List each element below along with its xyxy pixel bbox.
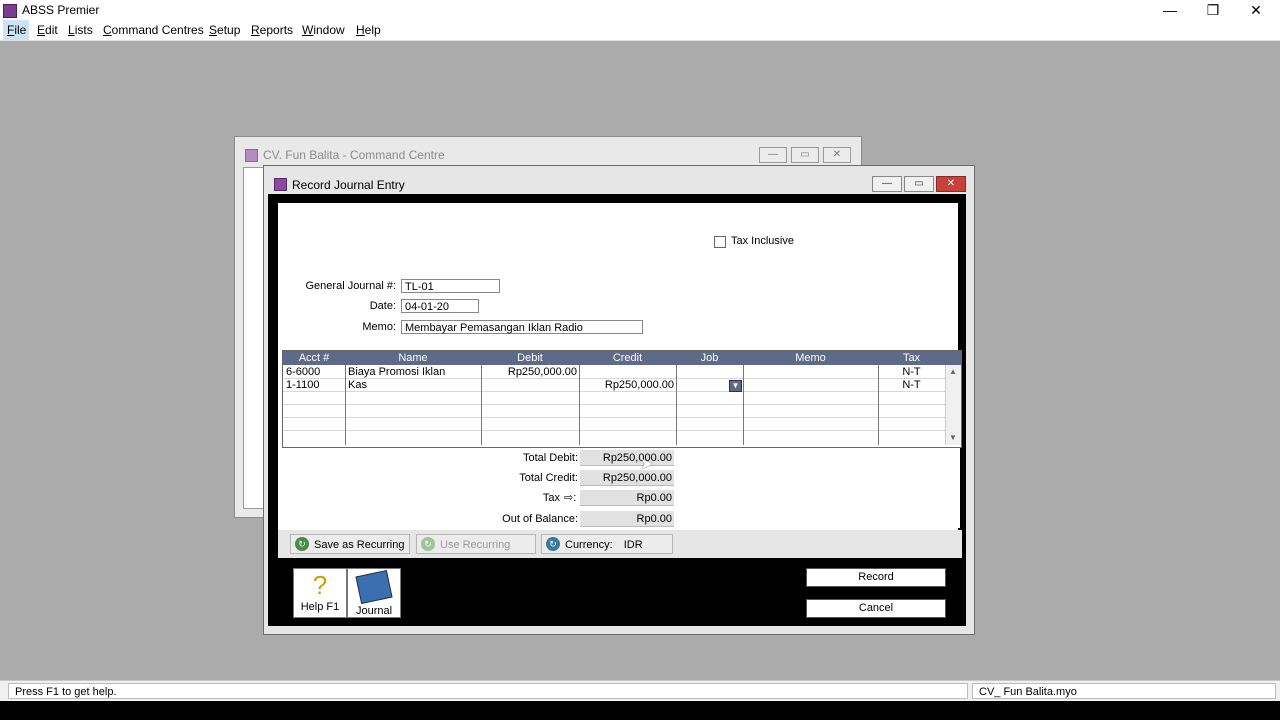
table-scrollbar[interactable]: ▲ ▼ xyxy=(945,365,961,445)
minimize-button[interactable]: — xyxy=(1148,0,1192,20)
out-of-balance-label: Out of Balance: xyxy=(502,513,578,525)
command-centre-icon xyxy=(245,149,258,162)
menu-command-centres[interactable]: Command Centres xyxy=(103,23,204,37)
tax-arrow-icon[interactable]: ⇨: xyxy=(564,491,576,504)
status-help-text: Press F1 to get help. xyxy=(8,683,968,699)
col-tax[interactable]: Tax xyxy=(878,352,945,364)
recurring-icon: ↻ xyxy=(295,537,309,552)
total-credit-label: Total Credit: xyxy=(519,472,578,484)
table-cell-tax[interactable]: N-T xyxy=(878,366,945,379)
col-debit[interactable]: Debit xyxy=(481,352,579,364)
tax-inclusive-checkbox[interactable] xyxy=(714,236,726,248)
total-credit-value: Rp250,000.00 xyxy=(580,470,674,486)
save-as-recurring-button[interactable]: ↻ Save as Recurring xyxy=(290,534,410,554)
mouse-cursor-icon: ➤ xyxy=(640,456,654,473)
memo-field[interactable]: Membayar Pemasangan Iklan Radio xyxy=(401,320,643,334)
table-cell-acct[interactable]: 1-1100 xyxy=(286,379,319,392)
col-memo[interactable]: Memo xyxy=(743,352,878,364)
tax-value: Rp0.00 xyxy=(580,490,674,506)
cc-close-button[interactable]: ✕ xyxy=(823,147,851,163)
journal-lines-table[interactable]: Acct # Name Debit Credit Job Memo Tax 6-… xyxy=(282,350,962,448)
app-title-bar: ABSS Premier — ❐ ✕ xyxy=(0,0,1280,20)
table-cell-debit[interactable]: Rp250,000.00 xyxy=(481,366,577,379)
menu-bar: File Edit Lists Command Centres Setup Re… xyxy=(0,20,1280,41)
menu-lists[interactable]: Lists xyxy=(68,23,93,37)
total-debit-label: Total Debit: xyxy=(522,452,578,464)
cc-maximize-button[interactable]: ▭ xyxy=(791,147,819,163)
table-cell-credit[interactable]: Rp250,000.00 xyxy=(579,379,674,392)
save-as-recurring-label: Save as Recurring xyxy=(314,539,405,551)
row-divider xyxy=(283,404,945,405)
use-recurring-label: Use Recurring xyxy=(440,539,511,551)
table-cell-debit[interactable] xyxy=(481,379,577,392)
table-cell-name[interactable]: Kas xyxy=(348,379,367,392)
menu-help[interactable]: Help xyxy=(356,23,381,37)
status-bar: Press F1 to get help. CV_ Fun Balita.myo xyxy=(0,680,1280,701)
help-icon: ? xyxy=(312,570,328,600)
table-cell-tax[interactable]: N-T xyxy=(878,379,945,392)
currency-icon: ↻ xyxy=(546,537,560,552)
table-cell-name[interactable]: Biaya Promosi Iklan xyxy=(348,366,445,379)
tax-label: Tax xyxy=(542,492,560,504)
col-divider xyxy=(676,365,677,445)
table-cell-credit[interactable] xyxy=(579,366,674,379)
use-recurring-button[interactable]: ↻ Use Recurring xyxy=(416,534,536,554)
dialog-close-button[interactable]: ✕ xyxy=(936,176,966,192)
restore-button[interactable]: ❐ xyxy=(1191,0,1235,20)
journal-icon xyxy=(355,569,393,605)
scroll-up-icon[interactable]: ▲ xyxy=(949,367,957,376)
journal-label: Journal xyxy=(355,605,393,617)
table-header: Acct # Name Debit Credit Job Memo Tax xyxy=(283,351,961,365)
row-divider xyxy=(283,430,945,431)
close-button[interactable]: ✕ xyxy=(1234,0,1278,20)
app-icon xyxy=(3,4,17,18)
currency-button[interactable]: ↻ Currency: IDR xyxy=(541,534,673,554)
currency-label: Currency: xyxy=(565,539,613,551)
record-journal-entry-window[interactable]: Record Journal Entry — ▭ ✕ Tax Inclusive… xyxy=(263,165,975,635)
journal-window-icon xyxy=(274,178,287,191)
help-button[interactable]: ? Help F1 xyxy=(293,568,347,618)
table-cell-acct[interactable]: 6-6000 xyxy=(286,366,320,379)
col-divider xyxy=(743,365,744,445)
dialog-minimize-button[interactable]: — xyxy=(872,176,902,192)
out-of-balance-value: Rp0.00 xyxy=(580,511,674,527)
scroll-down-icon[interactable]: ▼ xyxy=(949,433,957,442)
dialog-title: Record Journal Entry xyxy=(292,178,405,192)
help-label: Help F1 xyxy=(300,601,340,613)
cc-minimize-button[interactable]: — xyxy=(759,147,787,163)
menu-edit[interactable]: Edit xyxy=(37,23,58,37)
col-divider xyxy=(345,365,346,445)
app-title: ABSS Premier xyxy=(22,3,100,17)
status-file-name: CV_ Fun Balita.myo xyxy=(972,683,1276,699)
col-credit[interactable]: Credit xyxy=(579,352,676,364)
recurring-disabled-icon: ↻ xyxy=(421,537,435,552)
menu-reports[interactable]: Reports xyxy=(251,23,293,37)
general-journal-field[interactable]: TL-01 xyxy=(401,279,500,293)
col-acct[interactable]: Acct # xyxy=(283,352,345,364)
tax-inclusive-label: Tax Inclusive xyxy=(731,235,794,247)
col-job[interactable]: Job xyxy=(676,352,743,364)
memo-label: Memo: xyxy=(362,321,396,333)
cancel-button[interactable]: Cancel xyxy=(806,599,946,618)
dialog-maximize-button[interactable]: ▭ xyxy=(904,176,934,192)
journal-button[interactable]: Journal xyxy=(347,568,401,618)
menu-window[interactable]: Window xyxy=(302,23,345,37)
record-button[interactable]: Record xyxy=(806,568,946,587)
currency-value: IDR xyxy=(623,539,643,551)
command-centre-title: CV. Fun Balita - Command Centre xyxy=(263,148,445,162)
date-label: Date: xyxy=(369,300,396,312)
menu-setup[interactable]: Setup xyxy=(209,23,240,37)
col-name[interactable]: Name xyxy=(345,352,481,364)
row-divider xyxy=(283,417,945,418)
job-lookup-icon[interactable]: ▼ xyxy=(729,380,742,392)
date-field[interactable]: 04-01-20 xyxy=(401,299,479,313)
total-debit-value: Rp250,000.00 xyxy=(580,450,674,466)
menu-file[interactable]: File xyxy=(7,23,26,37)
general-journal-label: General Journal #: xyxy=(305,280,397,292)
